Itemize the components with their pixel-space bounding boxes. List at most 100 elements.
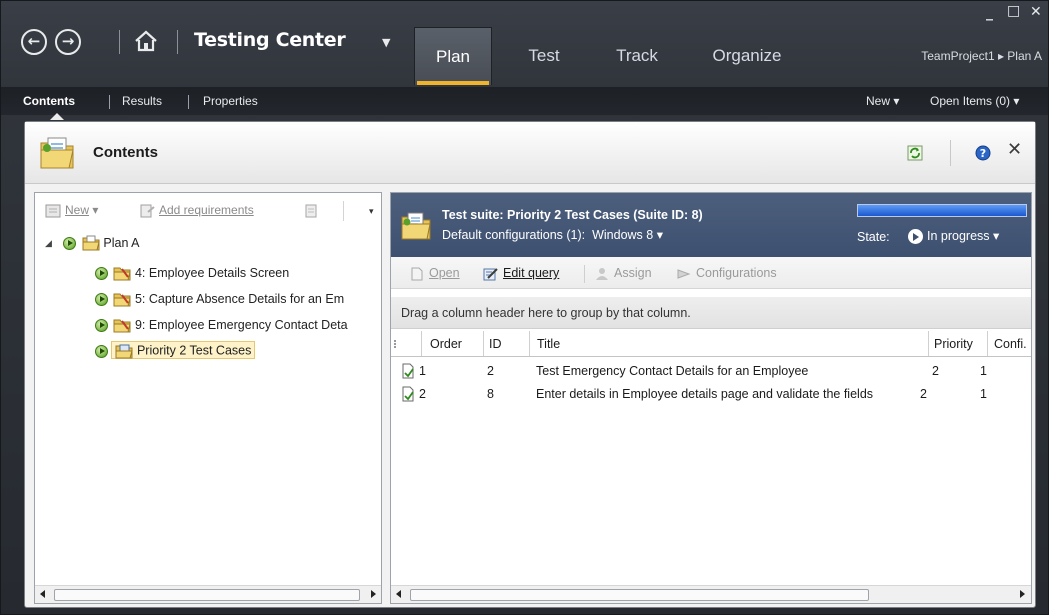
toolbar-overflow-icon[interactable]: ▾ [369,207,374,217]
cell-config: 1 [980,364,987,378]
subnav-results[interactable]: Results [122,94,162,108]
table-row[interactable]: 2 8 Enter details in Employee details pa… [391,383,1031,405]
suite-status-icon [95,344,108,358]
cell-priority: 2 [920,387,927,401]
open-button[interactable]: Open [409,266,460,281]
suite-status-icon [95,266,108,280]
default-config-dropdown[interactable]: Windows 8 ▾ [592,228,663,242]
cell-id: 2 [487,364,494,378]
scroll-thumb[interactable] [410,589,869,601]
subnav-properties[interactable]: Properties [203,94,258,108]
requirement-suite-icon [113,319,132,333]
chevron-down-icon[interactable]: ▾ [92,203,98,217]
assign-label: Assign [614,266,652,280]
help-icon[interactable]: ? [975,145,991,161]
subnav-contents[interactable]: Contents [23,94,75,108]
tree-node-suite-9[interactable]: 9: Employee Emergency Contact Deta [95,317,348,337]
tree-node-label: 4: Employee Details Screen [134,266,290,280]
column-header-id[interactable]: ID [489,337,502,351]
contents-panel: Contents ? ✕ New ▾ Add requirements ▾ ◢ … [24,121,1036,608]
suite-status-icon [95,292,108,306]
edit-query-label: Edit query [503,266,560,280]
state-dropdown[interactable]: In progress ▾ [908,228,999,245]
new-label: New [65,203,90,217]
scroll-right-arrow[interactable] [1020,590,1025,598]
new-suite-button[interactable]: New ▾ [45,203,98,218]
new-suite-icon [45,204,61,218]
state-label: State: [857,230,890,244]
tab-plan[interactable]: Plan [414,27,492,85]
column-header-order[interactable]: Order [430,337,462,351]
default-configurations: Default configurations (1): Windows 8 ▾ [442,227,663,242]
edit-query-icon [483,267,498,281]
tree-node-suite-4[interactable]: 4: Employee Details Screen [95,265,289,285]
tree-toolbar: New ▾ Add requirements ▾ [35,193,381,229]
tab-label: Test [528,46,560,65]
tree-node-root[interactable]: ◢ Plan A [45,235,140,255]
assign-button[interactable]: Assign [594,266,652,281]
test-case-icon [402,363,414,379]
close-window-button[interactable]: ✕ [1030,4,1042,20]
refresh-icon[interactable] [907,145,923,161]
collapse-arrow-icon[interactable]: ◢ [45,238,52,248]
tab-label: Track [616,46,658,65]
tree-node-label: 5: Capture Absence Details for an Em [134,292,345,306]
forward-button[interactable]: → [55,29,81,55]
scroll-left-arrow[interactable] [396,590,401,598]
app-menu-dropdown-icon[interactable]: ▼ [382,36,390,49]
minimize-button[interactable]: _ [986,5,993,21]
tree-horizontal-scrollbar[interactable] [35,585,381,603]
cell-order: 2 [419,387,426,401]
suite-header: Test suite: Priority 2 Test Cases (Suite… [391,193,1031,257]
grid-horizontal-scrollbar[interactable] [391,585,1031,603]
suite-title: Test suite: Priority 2 Test Cases (Suite… [442,208,703,222]
home-icon[interactable] [133,28,159,54]
column-separator [987,331,988,356]
cell-config: 1 [980,387,987,401]
subnav-separator [188,95,189,109]
project-breadcrumb[interactable]: TeamProject1 ▸ Plan A [921,49,1042,63]
tab-test[interactable]: Test [513,27,575,85]
test-case-toolbar: Open Edit query Assign Configurations [391,257,1031,289]
panel-title: Contents [93,144,158,161]
open-items-button[interactable]: Open Items (0) ▾ [930,94,1019,108]
configurations-button[interactable]: Configurations [676,266,777,281]
table-row[interactable]: 1 2 Test Emergency Contact Details for a… [391,360,1031,382]
column-separator [483,331,484,356]
remove-suite-icon[interactable] [303,204,319,218]
panel-header: Contents ? ✕ [25,122,1035,184]
edit-query-button[interactable]: Edit query [483,266,559,281]
open-label: Open [429,266,460,280]
close-panel-icon[interactable]: ✕ [1007,139,1022,160]
in-progress-icon [908,229,923,245]
tab-track[interactable]: Track [597,27,677,85]
tab-label: Plan [435,47,471,66]
suite-status-icon [95,318,108,332]
new-menu-button[interactable]: New ▾ [866,94,899,108]
scroll-thumb[interactable] [54,589,360,601]
assign-user-icon [596,267,608,280]
sub-navigation: Contents Results Properties New ▾ Open I… [1,87,1048,115]
toolbar-separator [343,201,344,221]
app-window: ← → Testing Center ▼ Plan Test Track Org… [0,0,1049,615]
cell-id: 8 [487,387,494,401]
requirement-suite-icon [113,293,132,307]
column-header-priority[interactable]: Priority [934,337,973,351]
title-separator [119,30,120,54]
group-by-drop-zone[interactable]: Drag a column header here to group by th… [391,297,1031,329]
maximize-button[interactable]: □ [1007,3,1020,19]
suite-folder-icon [401,212,431,240]
test-plan-tree: New ▾ Add requirements ▾ ◢ Plan A 4: Emp [34,192,382,604]
scroll-right-arrow[interactable] [371,590,376,598]
back-button[interactable]: ← [21,29,47,55]
tab-organize[interactable]: Organize [695,27,799,85]
cell-title: Test Emergency Contact Details for an Em… [536,364,809,378]
tree-node-suite-8[interactable]: Priority 2 Test Cases [95,341,256,363]
column-header-configurations[interactable]: Confi. [994,337,1027,351]
scroll-left-arrow[interactable] [40,590,45,598]
column-header-title[interactable]: Title [537,337,560,351]
test-case-icon [402,386,414,402]
title-bar: ← → Testing Center ▼ Plan Test Track Org… [1,1,1048,87]
tree-node-suite-5[interactable]: 5: Capture Absence Details for an Em [95,291,344,311]
add-requirements-button[interactable]: Add requirements [139,203,254,218]
